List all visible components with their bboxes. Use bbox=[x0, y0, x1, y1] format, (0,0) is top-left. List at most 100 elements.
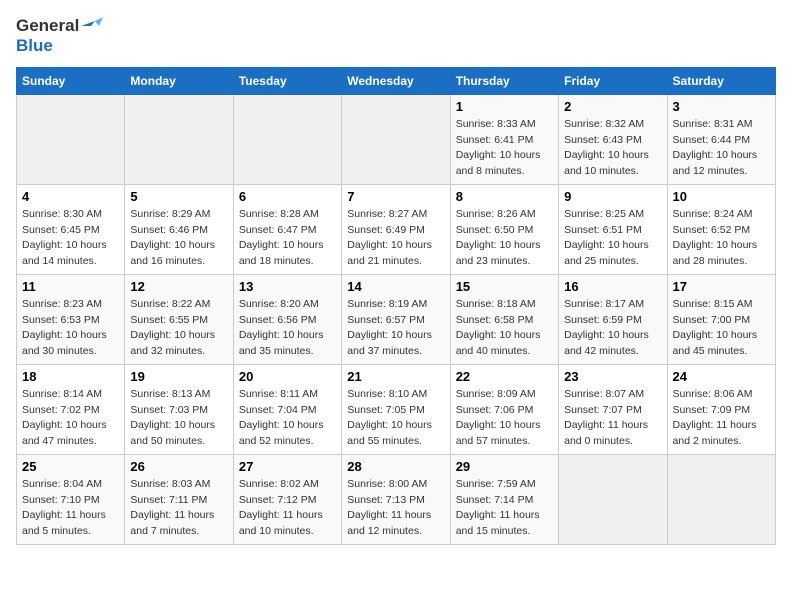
day-info: Sunrise: 8:27 AMSunset: 6:49 PMDaylight:… bbox=[347, 207, 444, 270]
col-header-tuesday: Tuesday bbox=[233, 67, 341, 94]
day-info: Sunrise: 8:28 AMSunset: 6:47 PMDaylight:… bbox=[239, 207, 336, 270]
day-number: 22 bbox=[456, 369, 553, 384]
calendar-cell: 21 Sunrise: 8:10 AMSunset: 7:05 PMDayligh… bbox=[342, 364, 450, 454]
calendar-cell bbox=[233, 94, 341, 184]
day-info: Sunrise: 8:02 AMSunset: 7:12 PMDaylight:… bbox=[239, 477, 336, 540]
calendar-cell: 20Sunrise: 8:11 AMSunset: 7:04 PMDayligh… bbox=[233, 364, 341, 454]
day-info: Sunrise: 8:20 AMSunset: 6:56 PMDaylight:… bbox=[239, 297, 336, 360]
day-info: Sunrise: 8:19 AMSunset: 6:57 PMDaylight:… bbox=[347, 297, 444, 360]
calendar-cell: 23 Sunrise: 8:07 AMSunset: 7:07 PMDayligh… bbox=[559, 364, 667, 454]
col-header-thursday: Thursday bbox=[450, 67, 558, 94]
day-info: Sunrise: 8:15 AMSunset: 7:00 PMDaylight:… bbox=[673, 297, 770, 360]
day-number: 26 bbox=[130, 459, 227, 474]
calendar-cell: 1Sunrise: 8:33 AMSunset: 6:41 PMDaylight… bbox=[450, 94, 558, 184]
day-info: Sunrise: 8:26 AMSunset: 6:50 PMDaylight:… bbox=[456, 207, 553, 270]
page-header: General Blue bbox=[16, 16, 776, 57]
day-number: 7 bbox=[347, 189, 444, 204]
day-number: 12 bbox=[130, 279, 227, 294]
calendar-cell: 4 Sunrise: 8:30 AMSunset: 6:45 PMDaylight… bbox=[17, 184, 125, 274]
day-info: Sunrise: 8:00 AMSunset: 7:13 PMDaylight:… bbox=[347, 477, 444, 540]
calendar-cell: 15Sunrise: 8:18 AMSunset: 6:58 PMDayligh… bbox=[450, 274, 558, 364]
day-number: 29 bbox=[456, 459, 553, 474]
logo-bird-icon bbox=[81, 17, 103, 35]
day-number: 24 bbox=[673, 369, 770, 384]
day-number: 5 bbox=[130, 189, 227, 204]
day-number: 3 bbox=[673, 99, 770, 114]
calendar-cell bbox=[125, 94, 233, 184]
day-info: Sunrise: 8:09 AMSunset: 7:06 PMDaylight:… bbox=[456, 387, 553, 450]
day-info: Sunrise: 8:31 AMSunset: 6:44 PMDaylight:… bbox=[673, 117, 770, 180]
day-number: 17 bbox=[673, 279, 770, 294]
day-number: 28 bbox=[347, 459, 444, 474]
calendar-cell: 3 Sunrise: 8:31 AMSunset: 6:44 PMDaylight… bbox=[667, 94, 775, 184]
calendar-table: SundayMondayTuesdayWednesdayThursdayFrid… bbox=[16, 67, 776, 545]
calendar-cell: 26 Sunrise: 8:03 AMSunset: 7:11 PMDayligh… bbox=[125, 454, 233, 544]
calendar-cell bbox=[667, 454, 775, 544]
col-header-sunday: Sunday bbox=[17, 67, 125, 94]
calendar-cell: 8 Sunrise: 8:26 AMSunset: 6:50 PMDaylight… bbox=[450, 184, 558, 274]
day-number: 1 bbox=[456, 99, 553, 114]
logo-blue: Blue bbox=[16, 36, 53, 56]
calendar-cell: 13 Sunrise: 8:20 AMSunset: 6:56 PMDayligh… bbox=[233, 274, 341, 364]
calendar-cell: 5 Sunrise: 8:29 AMSunset: 6:46 PMDaylight… bbox=[125, 184, 233, 274]
calendar-cell: 7 Sunrise: 8:27 AMSunset: 6:49 PMDaylight… bbox=[342, 184, 450, 274]
day-number: 23 bbox=[564, 369, 661, 384]
day-info: Sunrise: 8:13 AMSunset: 7:03 PMDaylight:… bbox=[130, 387, 227, 450]
calendar-week-4: 18 Sunrise: 8:14 AMSunset: 7:02 PMDayligh… bbox=[17, 364, 776, 454]
calendar-cell: 28 Sunrise: 8:00 AMSunset: 7:13 PMDayligh… bbox=[342, 454, 450, 544]
day-info: Sunrise: 8:10 AMSunset: 7:05 PMDaylight:… bbox=[347, 387, 444, 450]
day-number: 10 bbox=[673, 189, 770, 204]
day-number: 2 bbox=[564, 99, 661, 114]
day-number: 14 bbox=[347, 279, 444, 294]
day-number: 21 bbox=[347, 369, 444, 384]
calendar-week-5: 25Sunrise: 8:04 AMSunset: 7:10 PMDayligh… bbox=[17, 454, 776, 544]
day-info: Sunrise: 8:24 AMSunset: 6:52 PMDaylight:… bbox=[673, 207, 770, 270]
col-header-monday: Monday bbox=[125, 67, 233, 94]
calendar-week-3: 11Sunrise: 8:23 AMSunset: 6:53 PMDayligh… bbox=[17, 274, 776, 364]
calendar-cell: 24 Sunrise: 8:06 AMSunset: 7:09 PMDayligh… bbox=[667, 364, 775, 454]
day-info: Sunrise: 8:06 AMSunset: 7:09 PMDaylight:… bbox=[673, 387, 770, 450]
day-info: Sunrise: 7:59 AMSunset: 7:14 PMDaylight:… bbox=[456, 477, 553, 540]
calendar-cell: 17 Sunrise: 8:15 AMSunset: 7:00 PMDayligh… bbox=[667, 274, 775, 364]
day-number: 15 bbox=[456, 279, 553, 294]
calendar-cell: 9Sunrise: 8:25 AMSunset: 6:51 PMDaylight… bbox=[559, 184, 667, 274]
calendar-cell: 19 Sunrise: 8:13 AMSunset: 7:03 PMDayligh… bbox=[125, 364, 233, 454]
col-header-saturday: Saturday bbox=[667, 67, 775, 94]
day-info: Sunrise: 8:22 AMSunset: 6:55 PMDaylight:… bbox=[130, 297, 227, 360]
day-number: 6 bbox=[239, 189, 336, 204]
calendar-header-row: SundayMondayTuesdayWednesdayThursdayFrid… bbox=[17, 67, 776, 94]
day-number: 13 bbox=[239, 279, 336, 294]
calendar-cell: 12 Sunrise: 8:22 AMSunset: 6:55 PMDayligh… bbox=[125, 274, 233, 364]
col-header-friday: Friday bbox=[559, 67, 667, 94]
day-info: Sunrise: 8:30 AMSunset: 6:45 PMDaylight:… bbox=[22, 207, 119, 270]
day-info: Sunrise: 8:14 AMSunset: 7:02 PMDaylight:… bbox=[22, 387, 119, 450]
calendar-cell bbox=[342, 94, 450, 184]
calendar-cell: 22 Sunrise: 8:09 AMSunset: 7:06 PMDayligh… bbox=[450, 364, 558, 454]
day-info: Sunrise: 8:03 AMSunset: 7:11 PMDaylight:… bbox=[130, 477, 227, 540]
calendar-cell: 25Sunrise: 8:04 AMSunset: 7:10 PMDayligh… bbox=[17, 454, 125, 544]
day-info: Sunrise: 8:23 AMSunset: 6:53 PMDaylight:… bbox=[22, 297, 119, 360]
logo: General Blue bbox=[16, 16, 103, 57]
calendar-cell bbox=[17, 94, 125, 184]
day-info: Sunrise: 8:04 AMSunset: 7:10 PMDaylight:… bbox=[22, 477, 119, 540]
calendar-cell: 10 Sunrise: 8:24 AMSunset: 6:52 PMDayligh… bbox=[667, 184, 775, 274]
calendar-cell: 29 Sunrise: 7:59 AMSunset: 7:14 PMDayligh… bbox=[450, 454, 558, 544]
day-info: Sunrise: 8:07 AMSunset: 7:07 PMDaylight:… bbox=[564, 387, 661, 450]
day-number: 4 bbox=[22, 189, 119, 204]
calendar-cell: 18 Sunrise: 8:14 AMSunset: 7:02 PMDayligh… bbox=[17, 364, 125, 454]
calendar-cell: 27 Sunrise: 8:02 AMSunset: 7:12 PMDayligh… bbox=[233, 454, 341, 544]
calendar-cell: 6 Sunrise: 8:28 AMSunset: 6:47 PMDaylight… bbox=[233, 184, 341, 274]
calendar-week-1: 1Sunrise: 8:33 AMSunset: 6:41 PMDaylight… bbox=[17, 94, 776, 184]
day-number: 18 bbox=[22, 369, 119, 384]
day-info: Sunrise: 8:29 AMSunset: 6:46 PMDaylight:… bbox=[130, 207, 227, 270]
logo-general: General bbox=[16, 16, 79, 36]
day-number: 19 bbox=[130, 369, 227, 384]
day-info: Sunrise: 8:11 AMSunset: 7:04 PMDaylight:… bbox=[239, 387, 336, 450]
calendar-cell: 16Sunrise: 8:17 AMSunset: 6:59 PMDayligh… bbox=[559, 274, 667, 364]
day-number: 9 bbox=[564, 189, 661, 204]
day-number: 27 bbox=[239, 459, 336, 474]
day-info: Sunrise: 8:32 AMSunset: 6:43 PMDaylight:… bbox=[564, 117, 661, 180]
day-number: 8 bbox=[456, 189, 553, 204]
calendar-week-2: 4 Sunrise: 8:30 AMSunset: 6:45 PMDaylight… bbox=[17, 184, 776, 274]
col-header-wednesday: Wednesday bbox=[342, 67, 450, 94]
